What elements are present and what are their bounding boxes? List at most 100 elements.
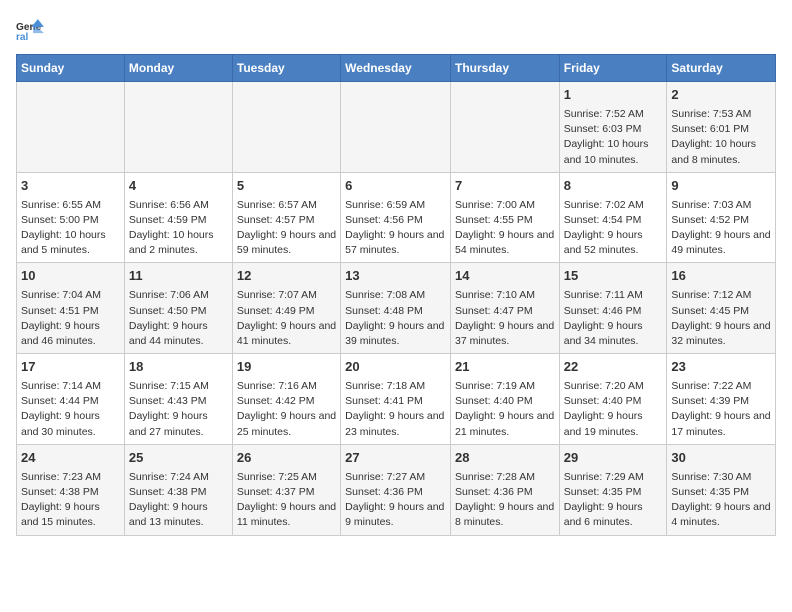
day-info: Sunrise: 6:55 AM Sunset: 5:00 PM Dayligh…	[21, 198, 120, 259]
calendar-table: SundayMondayTuesdayWednesdayThursdayFrid…	[16, 54, 776, 536]
day-cell: 16 Sunrise: 7:12 AM Sunset: 4:45 PM Dayli…	[667, 263, 776, 354]
day-cell: 30 Sunrise: 7:30 AM Sunset: 4:35 PM Dayli…	[667, 444, 776, 535]
day-info: Sunrise: 7:11 AM Sunset: 4:46 PM Dayligh…	[564, 288, 663, 349]
day-info: Sunrise: 7:19 AM Sunset: 4:40 PM Dayligh…	[455, 379, 555, 440]
day-info: Sunrise: 7:00 AM Sunset: 4:55 PM Dayligh…	[455, 198, 555, 259]
logo: Gene ral	[16, 16, 48, 44]
day-number: 27	[345, 449, 446, 468]
day-cell: 13 Sunrise: 7:08 AM Sunset: 4:48 PM Dayli…	[341, 263, 451, 354]
day-cell: 22 Sunrise: 7:20 AM Sunset: 4:40 PM Dayli…	[559, 354, 667, 445]
day-info: Sunrise: 7:10 AM Sunset: 4:47 PM Dayligh…	[455, 288, 555, 349]
day-info: Sunrise: 7:12 AM Sunset: 4:45 PM Dayligh…	[671, 288, 771, 349]
day-number: 21	[455, 358, 555, 377]
day-number: 11	[129, 267, 228, 286]
day-number: 17	[21, 358, 120, 377]
day-info: Sunrise: 7:24 AM Sunset: 4:38 PM Dayligh…	[129, 470, 228, 531]
day-cell: 19 Sunrise: 7:16 AM Sunset: 4:42 PM Dayli…	[232, 354, 340, 445]
day-info: Sunrise: 7:30 AM Sunset: 4:35 PM Dayligh…	[671, 470, 771, 531]
header: Gene ral	[16, 16, 776, 44]
col-header-thursday: Thursday	[450, 55, 559, 82]
day-number: 2	[671, 86, 771, 105]
day-number: 19	[237, 358, 336, 377]
day-cell: 20 Sunrise: 7:18 AM Sunset: 4:41 PM Dayli…	[341, 354, 451, 445]
col-header-friday: Friday	[559, 55, 667, 82]
day-number: 6	[345, 177, 446, 196]
day-info: Sunrise: 7:20 AM Sunset: 4:40 PM Dayligh…	[564, 379, 663, 440]
day-cell: 11 Sunrise: 7:06 AM Sunset: 4:50 PM Dayli…	[124, 263, 232, 354]
day-info: Sunrise: 6:59 AM Sunset: 4:56 PM Dayligh…	[345, 198, 446, 259]
day-number: 7	[455, 177, 555, 196]
week-row-4: 17 Sunrise: 7:14 AM Sunset: 4:44 PM Dayli…	[17, 354, 776, 445]
svg-text:ral: ral	[16, 32, 29, 43]
day-number: 1	[564, 86, 663, 105]
day-cell: 28 Sunrise: 7:28 AM Sunset: 4:36 PM Dayli…	[450, 444, 559, 535]
col-header-saturday: Saturday	[667, 55, 776, 82]
day-info: Sunrise: 7:28 AM Sunset: 4:36 PM Dayligh…	[455, 470, 555, 531]
day-number: 25	[129, 449, 228, 468]
day-info: Sunrise: 7:03 AM Sunset: 4:52 PM Dayligh…	[671, 198, 771, 259]
day-info: Sunrise: 7:22 AM Sunset: 4:39 PM Dayligh…	[671, 379, 771, 440]
day-cell: 10 Sunrise: 7:04 AM Sunset: 4:51 PM Dayli…	[17, 263, 125, 354]
day-number: 4	[129, 177, 228, 196]
day-cell: 5 Sunrise: 6:57 AM Sunset: 4:57 PM Daylig…	[232, 172, 340, 263]
day-number: 18	[129, 358, 228, 377]
day-cell: 7 Sunrise: 7:00 AM Sunset: 4:55 PM Daylig…	[450, 172, 559, 263]
day-info: Sunrise: 7:25 AM Sunset: 4:37 PM Dayligh…	[237, 470, 336, 531]
day-info: Sunrise: 6:57 AM Sunset: 4:57 PM Dayligh…	[237, 198, 336, 259]
day-cell: 4 Sunrise: 6:56 AM Sunset: 4:59 PM Daylig…	[124, 172, 232, 263]
day-info: Sunrise: 7:06 AM Sunset: 4:50 PM Dayligh…	[129, 288, 228, 349]
day-cell	[124, 82, 232, 173]
day-cell	[341, 82, 451, 173]
col-header-sunday: Sunday	[17, 55, 125, 82]
day-cell: 26Sunrise: 7:25 AM Sunset: 4:37 PM Dayli…	[232, 444, 340, 535]
week-row-5: 24Sunrise: 7:23 AM Sunset: 4:38 PM Dayli…	[17, 444, 776, 535]
col-header-tuesday: Tuesday	[232, 55, 340, 82]
calendar-header: SundayMondayTuesdayWednesdayThursdayFrid…	[17, 55, 776, 82]
day-info: Sunrise: 6:56 AM Sunset: 4:59 PM Dayligh…	[129, 198, 228, 259]
col-header-monday: Monday	[124, 55, 232, 82]
week-row-3: 10 Sunrise: 7:04 AM Sunset: 4:51 PM Dayli…	[17, 263, 776, 354]
day-number: 29	[564, 449, 663, 468]
day-info: Sunrise: 7:27 AM Sunset: 4:36 PM Dayligh…	[345, 470, 446, 531]
day-number: 20	[345, 358, 446, 377]
day-info: Sunrise: 7:07 AM Sunset: 4:49 PM Dayligh…	[237, 288, 336, 349]
logo-icon: Gene ral	[16, 16, 44, 44]
day-cell: 24Sunrise: 7:23 AM Sunset: 4:38 PM Dayli…	[17, 444, 125, 535]
day-number: 30	[671, 449, 771, 468]
day-number: 28	[455, 449, 555, 468]
day-cell: 17 Sunrise: 7:14 AM Sunset: 4:44 PM Dayli…	[17, 354, 125, 445]
day-number: 12	[237, 267, 336, 286]
day-cell: 14 Sunrise: 7:10 AM Sunset: 4:47 PM Dayli…	[450, 263, 559, 354]
day-number: 13	[345, 267, 446, 286]
day-cell: 12 Sunrise: 7:07 AM Sunset: 4:49 PM Dayli…	[232, 263, 340, 354]
day-info: Sunrise: 7:02 AM Sunset: 4:54 PM Dayligh…	[564, 198, 663, 259]
day-cell	[450, 82, 559, 173]
day-number: 10	[21, 267, 120, 286]
day-info: Sunrise: 7:52 AM Sunset: 6:03 PM Dayligh…	[564, 107, 663, 168]
day-cell: 15Sunrise: 7:11 AM Sunset: 4:46 PM Dayli…	[559, 263, 667, 354]
day-cell: 6 Sunrise: 6:59 AM Sunset: 4:56 PM Daylig…	[341, 172, 451, 263]
calendar-body: 1 Sunrise: 7:52 AM Sunset: 6:03 PM Daylig…	[17, 82, 776, 536]
day-cell: 27 Sunrise: 7:27 AM Sunset: 4:36 PM Dayli…	[341, 444, 451, 535]
day-number: 16	[671, 267, 771, 286]
day-info: Sunrise: 7:18 AM Sunset: 4:41 PM Dayligh…	[345, 379, 446, 440]
day-info: Sunrise: 7:29 AM Sunset: 4:35 PM Dayligh…	[564, 470, 663, 531]
day-info: Sunrise: 7:15 AM Sunset: 4:43 PM Dayligh…	[129, 379, 228, 440]
day-cell: 8Sunrise: 7:02 AM Sunset: 4:54 PM Daylig…	[559, 172, 667, 263]
day-number: 22	[564, 358, 663, 377]
day-info: Sunrise: 7:08 AM Sunset: 4:48 PM Dayligh…	[345, 288, 446, 349]
day-cell: 1 Sunrise: 7:52 AM Sunset: 6:03 PM Daylig…	[559, 82, 667, 173]
day-number: 5	[237, 177, 336, 196]
day-cell: 3 Sunrise: 6:55 AM Sunset: 5:00 PM Daylig…	[17, 172, 125, 263]
day-number: 23	[671, 358, 771, 377]
day-info: Sunrise: 7:04 AM Sunset: 4:51 PM Dayligh…	[21, 288, 120, 349]
day-number: 3	[21, 177, 120, 196]
day-info: Sunrise: 7:14 AM Sunset: 4:44 PM Dayligh…	[21, 379, 120, 440]
day-cell: 9 Sunrise: 7:03 AM Sunset: 4:52 PM Daylig…	[667, 172, 776, 263]
day-number: 24	[21, 449, 120, 468]
day-number: 9	[671, 177, 771, 196]
day-cell: 2 Sunrise: 7:53 AM Sunset: 6:01 PM Daylig…	[667, 82, 776, 173]
day-info: Sunrise: 7:16 AM Sunset: 4:42 PM Dayligh…	[237, 379, 336, 440]
day-number: 14	[455, 267, 555, 286]
day-info: Sunrise: 7:53 AM Sunset: 6:01 PM Dayligh…	[671, 107, 771, 168]
